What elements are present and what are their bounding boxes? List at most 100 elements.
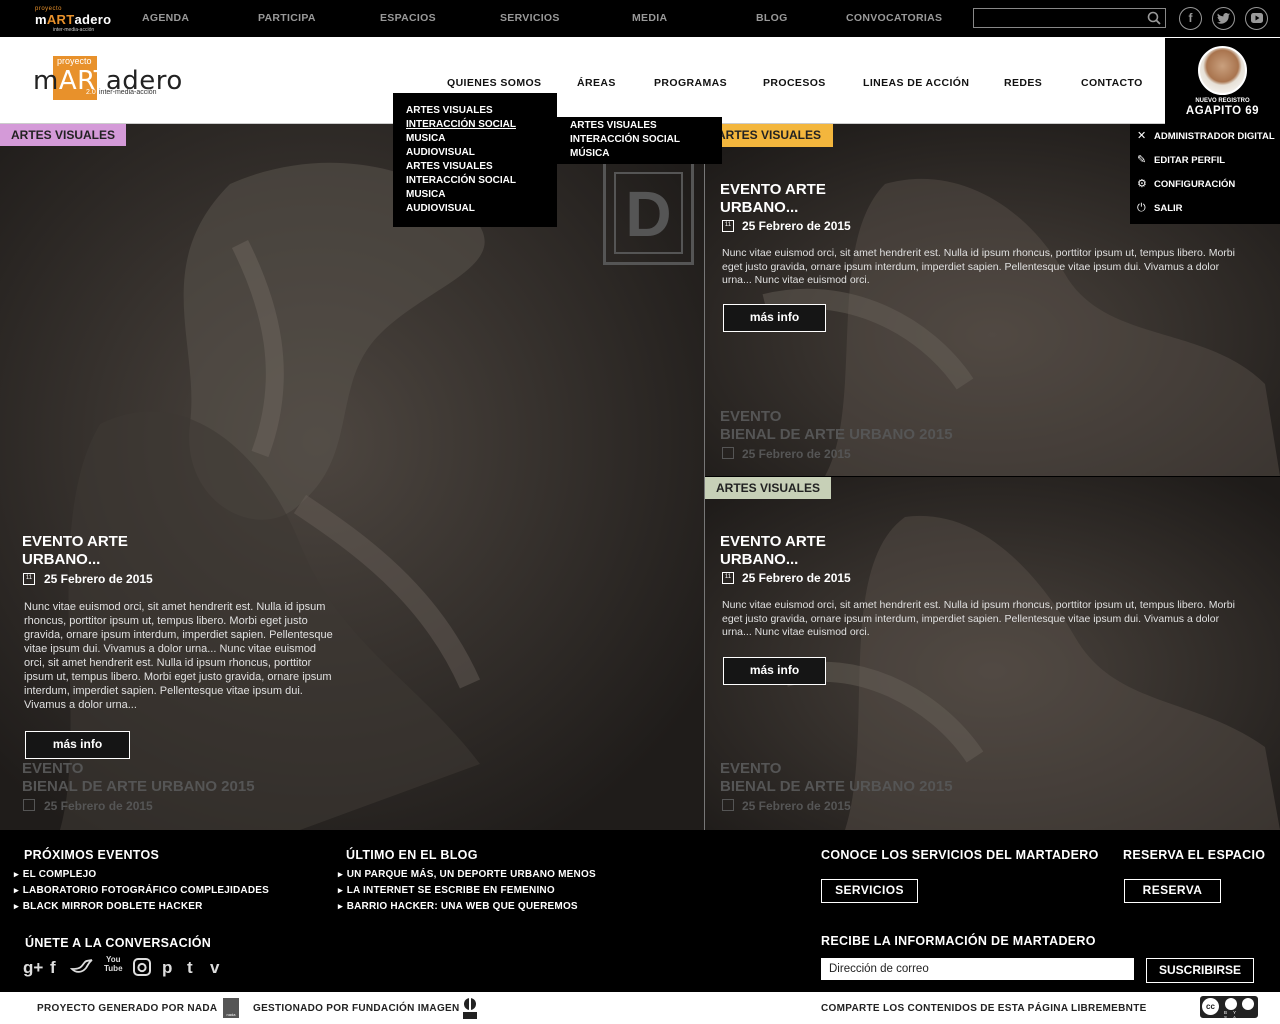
letter-badge-text: D <box>614 172 683 254</box>
reserve-title: RESERVA EL ESPACIO <box>1123 848 1266 862</box>
nav-contacto[interactable]: CONTACTO <box>1081 77 1143 89</box>
submenu-item-artes-visuales[interactable]: ARTES VISUALES <box>570 120 657 131</box>
email-field[interactable]: Dirección de correo <box>821 958 1134 980</box>
tumblr-icon[interactable]: t <box>187 958 193 978</box>
nav-areas[interactable]: ÁREAS <box>577 77 616 89</box>
next-event-label: EVENTO <box>720 408 782 425</box>
event-date: 25 Febrero de 2015 <box>742 219 851 233</box>
main-header: proyecto mARTadero 2.0 inter-media-acció… <box>0 37 1280 124</box>
logo-subtitle: inter-media-acción <box>53 27 95 33</box>
next-event-title[interactable]: BIENAL DE ARTE URBANO 2015 <box>720 426 953 443</box>
topnav-media[interactable]: MEDIA <box>632 12 667 24</box>
more-info-button[interactable]: más info <box>723 657 826 685</box>
search-icon[interactable] <box>1147 11 1161 25</box>
topnav-servicios[interactable]: SERVICIOS <box>500 12 560 24</box>
calendar-icon: 11 <box>722 572 734 584</box>
blog-post-link[interactable]: BARRIO HACKER: UNA WEB QUE QUEREMOS <box>338 901 578 912</box>
bird-icon[interactable] <box>69 957 94 980</box>
dancers-photo <box>0 124 704 830</box>
event-title[interactable]: EVENTO ARTE URBANO... <box>720 533 826 569</box>
dropdown-item-artes-visuales[interactable]: ARTES VISUALES <box>406 105 493 116</box>
topnav-espacios[interactable]: ESPACIOS <box>380 12 436 24</box>
googleplus-icon[interactable]: g+ <box>23 958 43 978</box>
event-description: Nunc vitae euismod orci, sit amet hendre… <box>24 601 333 711</box>
topnav-agenda[interactable]: AGENDA <box>142 12 189 24</box>
services-title: CONOCE LOS SERVICIOS DEL MARTADERO <box>821 848 1099 862</box>
nada-logo[interactable]: nada <box>223 998 239 1018</box>
dropdown-item-interaccion-social[interactable]: INTERACCIÓN SOCIAL <box>406 175 516 186</box>
services-button[interactable]: SERVICIOS <box>821 879 918 903</box>
pinterest-icon[interactable]: p <box>162 958 172 978</box>
submenu-item-musica[interactable]: MÚSICA <box>570 148 609 159</box>
category-tag[interactable]: ARTES VISUALES <box>705 124 834 147</box>
menu-salir[interactable]: SALIR <box>1154 203 1183 214</box>
nav-redes[interactable]: REDES <box>1004 77 1042 89</box>
dropdown-item-audiovisual[interactable]: AUDIOVISUAL <box>406 203 475 214</box>
areas-dropdown: ARTES VISUALES INTERACCIÓN SOCIAL MUSICA… <box>393 93 557 227</box>
category-tag[interactable]: ARTES VISUALES <box>0 124 127 146</box>
next-event-date: 25 Febrero de 2015 <box>742 447 851 461</box>
upcoming-event-link[interactable]: EL COMPLEJO <box>14 869 97 880</box>
dropdown-item-musica[interactable]: MUSICA <box>406 133 445 144</box>
youtube-icon[interactable] <box>1245 7 1268 30</box>
upcoming-event-link[interactable]: BLACK MIRROR DOBLETE HACKER <box>14 901 203 912</box>
event-panel-bottom-right: ARTES VISUALES EVENTO ARTE URBANO... 11 2… <box>705 477 1280 830</box>
menu-configuracion[interactable]: CONFIGURACIÓN <box>1154 179 1235 190</box>
reserve-button[interactable]: RESERVA <box>1124 879 1221 903</box>
more-info-button[interactable]: más info <box>25 731 130 759</box>
topnav-participa[interactable]: PARTICIPA <box>258 12 316 24</box>
nav-procesos[interactable]: PROCESOS <box>763 77 826 89</box>
next-event-label: EVENTO <box>22 760 84 777</box>
tools-icon: ✕ <box>1137 130 1147 142</box>
dropdown-item-musica[interactable]: MUSICA <box>406 189 445 200</box>
upcoming-event-link[interactable]: LABORATORIO FOTOGRÁFICO COMPLEJIDADES <box>14 885 269 896</box>
nav-programas[interactable]: PROGRAMAS <box>654 77 727 89</box>
event-title[interactable]: EVENTO ARTE URBANO... <box>22 533 128 569</box>
event-title[interactable]: EVENTO ARTE URBANO... <box>720 181 826 217</box>
topnav-convocatorias[interactable]: CONVOCATORIAS <box>846 12 942 24</box>
facebook-icon[interactable]: f <box>50 958 56 978</box>
blog-post-link[interactable]: UN PARQUE MÁS, UN DEPORTE URBANO MENOS <box>338 869 596 880</box>
blog-post-link[interactable]: LA INTERNET SE ESCRIBE EN FEMENINO <box>338 885 555 896</box>
creative-commons-badge[interactable]: cc BY SA <box>1200 996 1258 1020</box>
next-event-date: 25 Febrero de 2015 <box>44 799 153 813</box>
dropdown-item-audiovisual[interactable]: AUDIOVISUAL <box>406 147 475 158</box>
bottom-bar: PROYECTO GENERADO POR NADA nada GESTIONA… <box>0 992 1280 1024</box>
instagram-icon[interactable] <box>133 958 151 981</box>
avatar[interactable] <box>1198 46 1247 95</box>
subscribe-button[interactable]: SUSCRIBIRSE <box>1146 958 1254 983</box>
upcoming-events-title: PRÓXIMOS EVENTOS <box>24 848 160 862</box>
submenu-item-interaccion-social[interactable]: INTERACCIÓN SOCIAL <box>570 134 680 145</box>
menu-editar-perfil[interactable]: EDITAR PERFIL <box>1154 155 1225 166</box>
top-bar: proyecto mARTadero inter-media-acción AG… <box>0 0 1280 37</box>
event-panel-large: ARTES VISUALES EVENTO ARTE URBANO... 11 2… <box>0 124 704 830</box>
next-event-label: EVENTO <box>720 760 782 777</box>
dropdown-item-interaccion-social[interactable]: INTERACCIÓN SOCIAL <box>406 119 516 130</box>
user-name[interactable]: AGAPITO 69 <box>1165 105 1280 117</box>
search-input[interactable] <box>973 8 1166 28</box>
menu-administrador-digital[interactable]: ADMINISTRADOR DIGITAL <box>1154 131 1275 142</box>
user-status-label: NUEVO REGISTRO <box>1195 98 1250 104</box>
vine-icon[interactable]: v <box>210 958 219 978</box>
logo-mark: mARTadero <box>35 12 112 27</box>
nav-quienes-somos[interactable]: QUIENES SOMOS <box>447 77 541 89</box>
dropdown-item-artes-visuales[interactable]: ARTES VISUALES <box>406 161 493 172</box>
facebook-icon[interactable]: f <box>1179 7 1202 30</box>
more-info-button[interactable]: más info <box>723 304 826 332</box>
site-logo[interactable]: proyecto mARTadero 2.0 inter-media-acció… <box>33 56 182 104</box>
next-event-title[interactable]: BIENAL DE ARTE URBANO 2015 <box>720 778 953 795</box>
mini-logo[interactable]: proyecto mARTadero inter-media-acción <box>35 6 111 33</box>
youtube-icon[interactable]: You Tube <box>104 955 123 973</box>
managed-by-text: GESTIONADO POR FUNDACIÓN IMAGEN <box>253 1003 460 1014</box>
logo-version: 2.0 <box>86 89 96 96</box>
user-profile[interactable]: NUEVO REGISTRO AGAPITO 69 <box>1165 38 1280 124</box>
topnav-blog[interactable]: BLOG <box>756 12 788 24</box>
next-event-title[interactable]: BIENAL DE ARTE URBANO 2015 <box>22 778 255 795</box>
share-content-text: COMPARTE LOS CONTENIDOS DE ESTA PÁGINA L… <box>821 1003 1147 1014</box>
fundacion-imagen-logo[interactable] <box>463 997 477 1019</box>
nav-lineas-de-accion[interactable]: LINEAS DE ACCIÓN <box>863 77 969 89</box>
user-menu: ✕ ADMINISTRADOR DIGITAL ✎ EDITAR PERFIL … <box>1130 124 1280 224</box>
event-date: 25 Febrero de 2015 <box>44 572 153 586</box>
category-tag[interactable]: ARTES VISUALES <box>705 477 832 499</box>
twitter-icon[interactable] <box>1212 7 1235 30</box>
